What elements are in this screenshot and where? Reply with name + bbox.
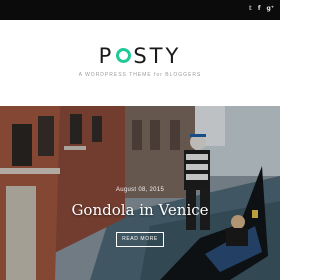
google-plus-icon[interactable]: g⁺	[267, 5, 274, 13]
read-more-button[interactable]: READ MORE	[116, 232, 164, 247]
logo-text-start: P	[98, 44, 115, 68]
site-tagline: A WORDPRESS THEME for BLOGGERS	[78, 72, 202, 78]
logo-text-end: STY	[133, 44, 182, 68]
twitter-icon[interactable]: 𝕥	[249, 5, 252, 13]
site-logo[interactable]: P STY	[0, 44, 280, 68]
post-date: August 08, 2015	[115, 187, 165, 193]
hero-image	[0, 106, 280, 280]
site-header: P STY A WORDPRESS THEME for BLOGGERS	[0, 20, 280, 106]
facebook-icon[interactable]: f	[258, 5, 261, 13]
featured-post-hero[interactable]: August 08, 2015 Gondola in Venice READ M…	[0, 106, 280, 280]
top-bar: 𝕥 f g⁺	[0, 0, 280, 20]
social-links: 𝕥 f g⁺	[249, 5, 274, 13]
post-title[interactable]: Gondola in Venice	[0, 201, 280, 219]
logo-o-ring-icon	[116, 47, 132, 63]
